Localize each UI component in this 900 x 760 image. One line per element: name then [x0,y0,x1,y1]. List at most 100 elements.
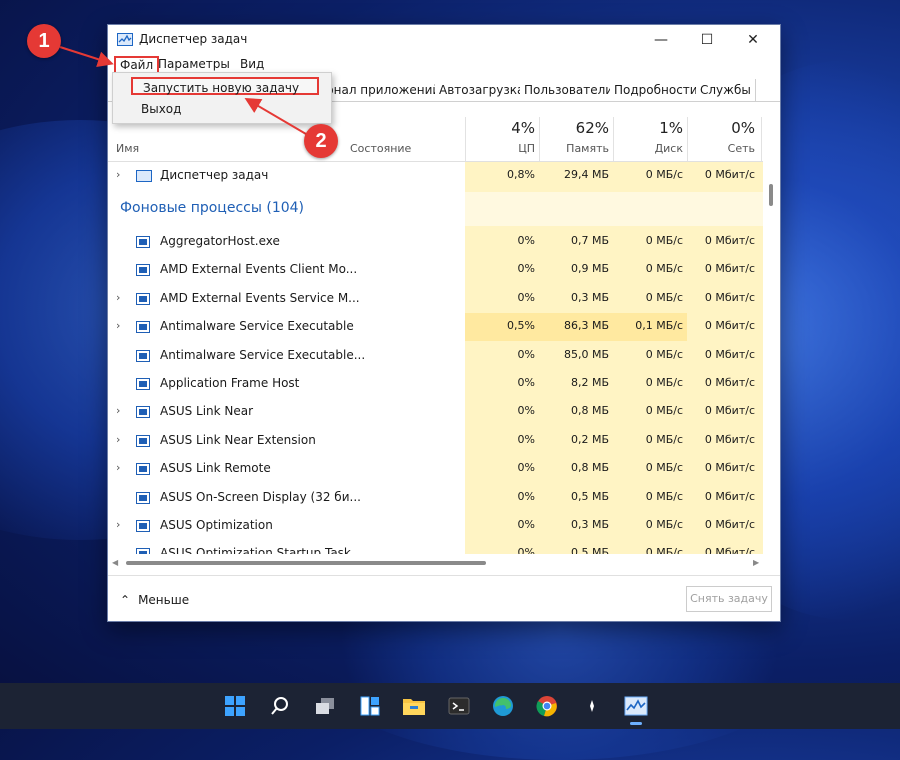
memory-value: 86,3 МБ [563,319,609,333]
edge-icon[interactable] [487,690,519,722]
disk-value: 0 МБ/с [645,168,683,181]
process-name: Antimalware Service Executable [160,319,354,334]
column-status[interactable]: Состояние [350,142,411,155]
chevron-up-icon: ⌃ [120,593,131,607]
disk-value: 0 МБ/с [645,290,683,304]
vertical-scrollbar[interactable] [765,162,777,552]
run-new-task-item[interactable]: Запустить новую задачу [131,77,319,95]
memory-value: 0,5 МБ [570,489,609,503]
vertical-scroll-thumb[interactable] [769,184,773,206]
memory-value: 0,3 МБ [570,290,609,304]
column-divider [687,117,688,161]
network-value: 0 Мбит/с [704,376,755,389]
cpu-total: 4% [511,119,535,137]
minimize-button[interactable]: — [638,25,684,55]
process-row[interactable]: AggregatorHost.exe 0% 0,7 МБ 0 МБ/с 0 Мбит/с [108,228,763,256]
disk-value: 0 МБ/с [645,461,683,475]
process-row[interactable]: › AMD External Events Service M... 0% 0,3 М… [108,285,763,313]
process-icon [136,321,150,334]
chrome-icon[interactable] [531,690,563,722]
process-name: AMD External Events Client Mo... [160,262,358,277]
process-icon [136,491,150,504]
disk-value: 0 МБ/с [645,347,683,361]
expand-chevron-icon[interactable]: › [116,291,120,304]
app-icon[interactable] [576,690,608,722]
column-divider [761,117,762,161]
network-value: 0 Мбит/с [704,290,755,304]
scroll-right-icon[interactable]: ▶ [753,558,759,567]
process-icon [136,434,150,447]
memory-value: 85,0 МБ [563,347,609,361]
process-row[interactable]: AMD External Events Client Mo... 0% 0,9 МБ… [108,256,763,284]
network-value: 0 Мбит/с [704,234,755,247]
fewer-details-button[interactable]: ⌃ Меньше [120,593,189,607]
process-row[interactable]: › ASUS Link Near Extension 0% 0,2 МБ 0 МБ/с 0… [108,427,763,455]
process-row[interactable]: › Antimalware Service Executable 0,5% 86,3 … [108,313,763,342]
process-row[interactable]: ASUS Optimization Startup Task 0% 0,5 МБ 0 … [108,540,763,554]
windows-start-icon[interactable] [219,690,251,722]
column-network[interactable]: Сеть [689,142,755,155]
expand-chevron-icon[interactable]: › [116,168,120,181]
column-name[interactable]: Имя [116,142,139,155]
menu-params[interactable]: Параметры [158,57,230,71]
process-row[interactable]: Antimalware Service Executable... 0% 85,0 … [108,342,763,370]
process-row[interactable]: ASUS On-Screen Display (32 би... 0% 0,5 МБ… [108,484,763,512]
process-row[interactable]: › ASUS Link Remote 0% 0,8 МБ 0 МБ/с 0 Мбит/с [108,455,763,483]
expand-chevron-icon[interactable]: › [116,404,120,417]
network-value: 0 Мбит/с [704,489,755,503]
process-row[interactable]: › ASUS Optimization 0% 0,3 МБ 0 МБ/с 0 Мбит/с [108,512,763,540]
arrow-to-file-menu [59,46,114,67]
group-header-shade [465,192,763,226]
end-task-button[interactable]: Снять задачу [686,586,772,612]
cpu-value: 0% [517,262,535,276]
scroll-left-icon[interactable]: ◀ [112,558,118,567]
process-name: ASUS Link Near Extension [160,432,316,447]
process-icon [136,292,150,305]
disk-total: 1% [659,119,683,137]
expand-chevron-icon[interactable]: › [116,461,120,474]
exit-item[interactable]: Выход [141,102,181,116]
close-button[interactable]: ✕ [730,25,776,55]
tab-details[interactable]: Подробности [610,79,703,101]
memory-value: 0,9 МБ [570,262,609,276]
footer: ⌃ Меньше Снять задачу [108,575,780,624]
widgets-icon[interactable] [354,690,386,722]
search-icon[interactable] [264,690,296,722]
cpu-value: 0% [517,234,535,247]
process-row[interactable]: Application Frame Host 0% 8,2 МБ 0 МБ/с 0 Мб… [108,370,763,398]
column-cpu[interactable]: ЦП [467,142,535,155]
column-memory[interactable]: Память [541,142,609,155]
disk-value: 0 МБ/с [645,518,683,531]
process-icon [136,349,150,362]
cpu-value: 0% [517,404,535,418]
process-icon [136,463,150,476]
network-value: 0 Мбит/с [704,432,755,446]
terminal-icon[interactable] [443,690,475,722]
process-row[interactable]: › ASUS Link Near 0% 0,8 МБ 0 МБ/с 0 Мбит/с [108,398,763,426]
process-name: ASUS Optimization Startup Task [160,546,351,554]
cpu-value: 0% [517,290,535,304]
expand-chevron-icon[interactable]: › [116,518,120,531]
file-explorer-icon[interactable] [398,690,430,722]
memory-value: 8,2 МБ [570,376,609,389]
process-icon [136,548,150,554]
column-disk[interactable]: Диск [615,142,683,155]
cpu-value: 0,5% [507,319,535,333]
disk-value: 0 МБ/с [645,262,683,276]
tab-app-history[interactable]: рнал приложений [322,79,446,101]
title-bar[interactable]: Диспетчер задач — ☐ ✕ [108,25,780,55]
tab-users[interactable]: Пользователи [520,79,619,101]
task-view-icon[interactable] [309,690,341,722]
horizontal-scroll-thumb[interactable] [126,561,486,565]
expand-chevron-icon[interactable]: › [116,433,120,446]
tab-services[interactable]: Службы [696,79,756,101]
expand-chevron-icon[interactable]: › [116,319,120,332]
process-name: Antimalware Service Executable... [160,347,366,362]
task-manager-taskbar-icon[interactable] [620,690,652,725]
maximize-button[interactable]: ☐ [684,25,730,55]
tab-startup[interactable]: Автозагрузка [435,79,530,101]
step-2-badge: 2 [304,124,338,158]
horizontal-scrollbar[interactable]: ◀ ▶ [108,558,763,568]
menu-view[interactable]: Вид [240,57,264,71]
app-row-task-manager[interactable]: › Диспетчер задач 0,8% 29,4 МБ 0 МБ/с 0 … [108,162,763,190]
